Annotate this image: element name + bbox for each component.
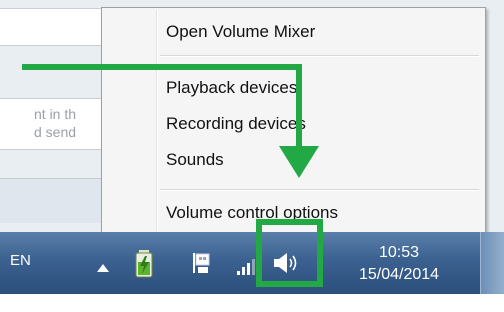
annotation-arrowhead	[279, 146, 319, 178]
annotation-overlay	[22, 64, 323, 287]
annotation-arrow-line	[22, 64, 302, 146]
annotation-highlight-box	[256, 219, 323, 287]
